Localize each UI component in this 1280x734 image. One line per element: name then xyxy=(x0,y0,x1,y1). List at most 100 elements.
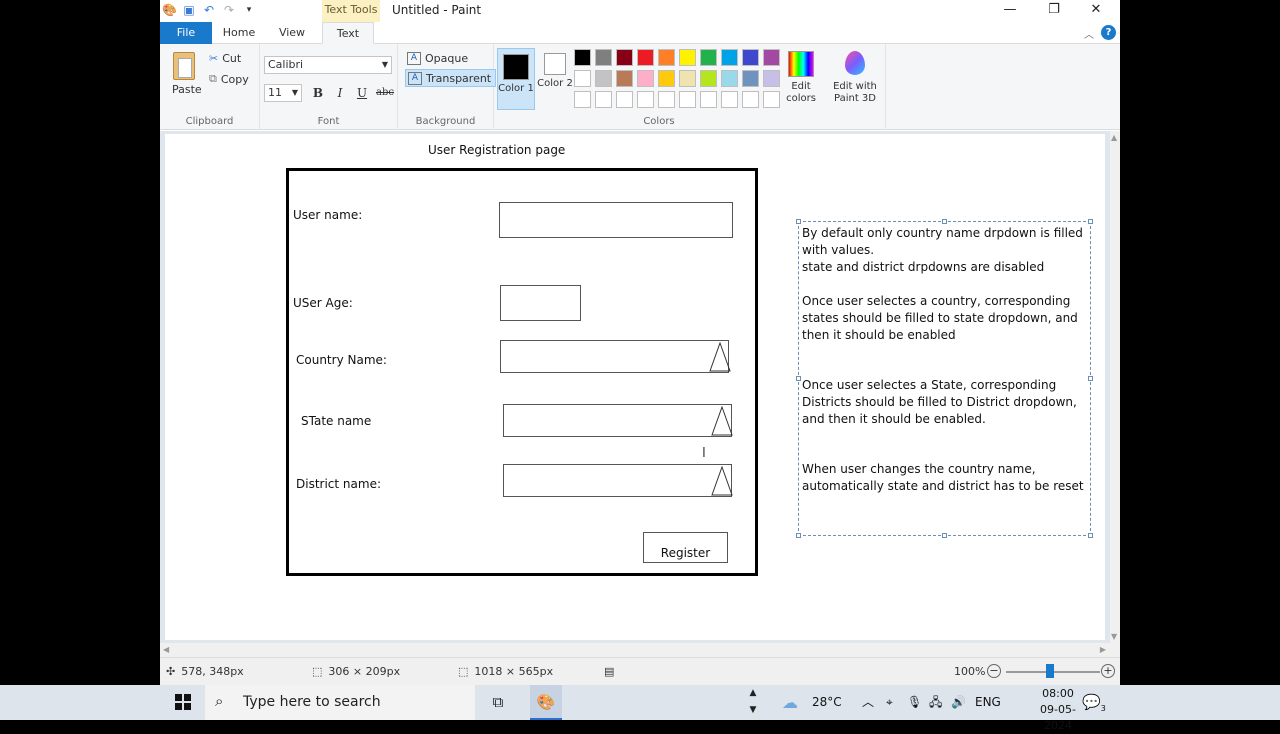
undo-icon[interactable]: ↶ xyxy=(202,3,216,17)
resize-handle[interactable] xyxy=(796,533,801,538)
palette-swatch[interactable] xyxy=(595,91,612,108)
palette-swatch[interactable] xyxy=(700,49,717,66)
search-icon: ⌕ xyxy=(215,692,224,710)
resize-handle[interactable] xyxy=(796,376,801,381)
volume-icon[interactable]: 🔊 xyxy=(951,685,966,720)
color-palette xyxy=(574,49,780,108)
palette-swatch[interactable] xyxy=(679,49,696,66)
resize-handle[interactable] xyxy=(796,219,801,224)
palette-swatch[interactable] xyxy=(679,91,696,108)
paste-icon[interactable] xyxy=(173,52,195,80)
palette-swatch[interactable] xyxy=(637,49,654,66)
color1-button[interactable]: Color 1 xyxy=(497,48,535,110)
tab-view[interactable]: View xyxy=(272,22,312,44)
palette-swatch[interactable] xyxy=(763,91,780,108)
underline-button[interactable]: U xyxy=(354,85,370,101)
palette-swatch[interactable] xyxy=(679,70,696,87)
palette-swatch[interactable] xyxy=(595,70,612,87)
palette-swatch[interactable] xyxy=(595,49,612,66)
palette-swatch[interactable] xyxy=(700,91,717,108)
edit-colors-button[interactable]: Edit colors xyxy=(780,49,822,105)
palette-swatch[interactable] xyxy=(742,49,759,66)
palette-swatch[interactable] xyxy=(637,70,654,87)
palette-swatch[interactable] xyxy=(763,49,780,66)
copy-button[interactable]: ⧉ Copy xyxy=(209,72,249,86)
resize-handle[interactable] xyxy=(942,533,947,538)
drawing-canvas[interactable]: User Registration page User name: USer A… xyxy=(165,134,1105,640)
scroll-up-icon[interactable]: ▲ xyxy=(1111,133,1117,142)
note-default-state: By default only country name drpdown is … xyxy=(802,226,1083,257)
help-icon[interactable]: ? xyxy=(1101,25,1116,40)
horizontal-scrollbar[interactable]: ◀ ▶ xyxy=(160,643,1120,657)
vertical-scrollbar[interactable]: ▲ ▼ xyxy=(1110,131,1120,643)
tray-scroll-icon[interactable]: ▲ ▼ xyxy=(746,685,760,720)
weather-icon[interactable]: ☁ xyxy=(782,685,806,720)
scroll-down-icon[interactable]: ▼ xyxy=(1111,632,1117,641)
taskbar-search-input[interactable]: Type here to search xyxy=(205,685,475,720)
tab-text[interactable]: Text xyxy=(322,22,374,44)
palette-swatch[interactable] xyxy=(616,49,633,66)
color2-button[interactable]: Color 2 xyxy=(536,48,574,110)
palette-swatch[interactable] xyxy=(574,49,591,66)
bold-button[interactable]: B xyxy=(310,85,326,101)
resize-handle[interactable] xyxy=(942,219,947,224)
palette-swatch[interactable] xyxy=(658,49,675,66)
palette-swatch[interactable] xyxy=(700,70,717,87)
restore-button[interactable]: ❐ xyxy=(1032,0,1076,22)
scroll-left-icon[interactable]: ◀ xyxy=(163,645,169,654)
meet-icon[interactable]: ⌖ xyxy=(886,685,893,720)
taskbar-clock[interactable]: 08:00 09-05-2024 xyxy=(1030,686,1086,734)
paint-taskbar-icon[interactable]: 🎨 xyxy=(530,685,562,720)
edit-with-paint3d-button[interactable]: Edit with Paint 3D xyxy=(830,49,880,105)
save-icon[interactable]: ▣ xyxy=(182,3,196,17)
customize-qat-icon[interactable]: ▾ xyxy=(242,3,256,17)
resize-handle[interactable] xyxy=(1088,219,1093,224)
palette-swatch[interactable] xyxy=(742,91,759,108)
italic-button[interactable]: I xyxy=(332,85,348,101)
palette-swatch[interactable] xyxy=(763,70,780,87)
microphone-icon[interactable]: 🎙 xyxy=(907,685,922,720)
text-cursor-icon: I xyxy=(702,446,706,461)
strikethrough-button[interactable]: abc xyxy=(374,85,396,101)
palette-swatch[interactable] xyxy=(658,70,675,87)
tab-home[interactable]: Home xyxy=(218,22,260,44)
palette-swatch[interactable] xyxy=(721,49,738,66)
task-view-icon[interactable]: ⧉ xyxy=(486,685,510,720)
close-button[interactable]: ✕ xyxy=(1074,0,1118,22)
scroll-right-icon[interactable]: ▶ xyxy=(1100,645,1106,654)
show-hidden-icons-icon[interactable]: ︿ xyxy=(862,685,874,720)
collapse-ribbon-icon[interactable]: ︿ xyxy=(1084,26,1094,41)
zoom-in-button[interactable]: + xyxy=(1101,664,1115,678)
palette-swatch[interactable] xyxy=(637,91,654,108)
palette-swatch[interactable] xyxy=(721,70,738,87)
tab-file[interactable]: File xyxy=(160,22,212,44)
paste-button[interactable]: Paste xyxy=(172,83,202,96)
palette-swatch[interactable] xyxy=(574,91,591,108)
palette-swatch[interactable] xyxy=(658,91,675,108)
palette-swatch[interactable] xyxy=(721,91,738,108)
resize-handle[interactable] xyxy=(1088,533,1093,538)
cursor-position-value: 578, 348px xyxy=(181,665,244,678)
transparent-option[interactable]: A Transparent xyxy=(405,69,497,87)
opaque-option[interactable]: A Opaque xyxy=(405,49,472,67)
paint-app-icon[interactable]: 🎨 xyxy=(162,3,177,17)
scissors-icon: ✂ xyxy=(209,52,219,65)
zoom-slider-thumb[interactable] xyxy=(1046,664,1054,678)
zoom-out-button[interactable]: − xyxy=(987,664,1001,678)
font-family-select[interactable]: Calibri ▼ xyxy=(264,56,392,74)
minimize-button[interactable]: — xyxy=(988,0,1032,22)
windows-start-icon[interactable] xyxy=(175,694,191,710)
palette-swatch[interactable] xyxy=(616,70,633,87)
cut-button[interactable]: ✂ Cut xyxy=(209,52,241,65)
network-icon[interactable]: 🖧 xyxy=(929,685,942,720)
palette-swatch[interactable] xyxy=(616,91,633,108)
language-indicator[interactable]: ENG xyxy=(975,685,1001,720)
text-selection-box[interactable]: By default only country name drpdown is … xyxy=(796,219,1093,538)
palette-swatch[interactable] xyxy=(742,70,759,87)
note-state-select: Once user selectes a State, correspondin… xyxy=(802,378,1077,426)
notifications-icon[interactable]: 💬3 xyxy=(1082,685,1106,720)
redo-icon[interactable]: ↷ xyxy=(222,3,236,17)
font-size-select[interactable]: 11 ▼ xyxy=(264,84,302,102)
palette-swatch[interactable] xyxy=(574,70,591,87)
weather-temperature[interactable]: 28°C xyxy=(812,685,842,720)
